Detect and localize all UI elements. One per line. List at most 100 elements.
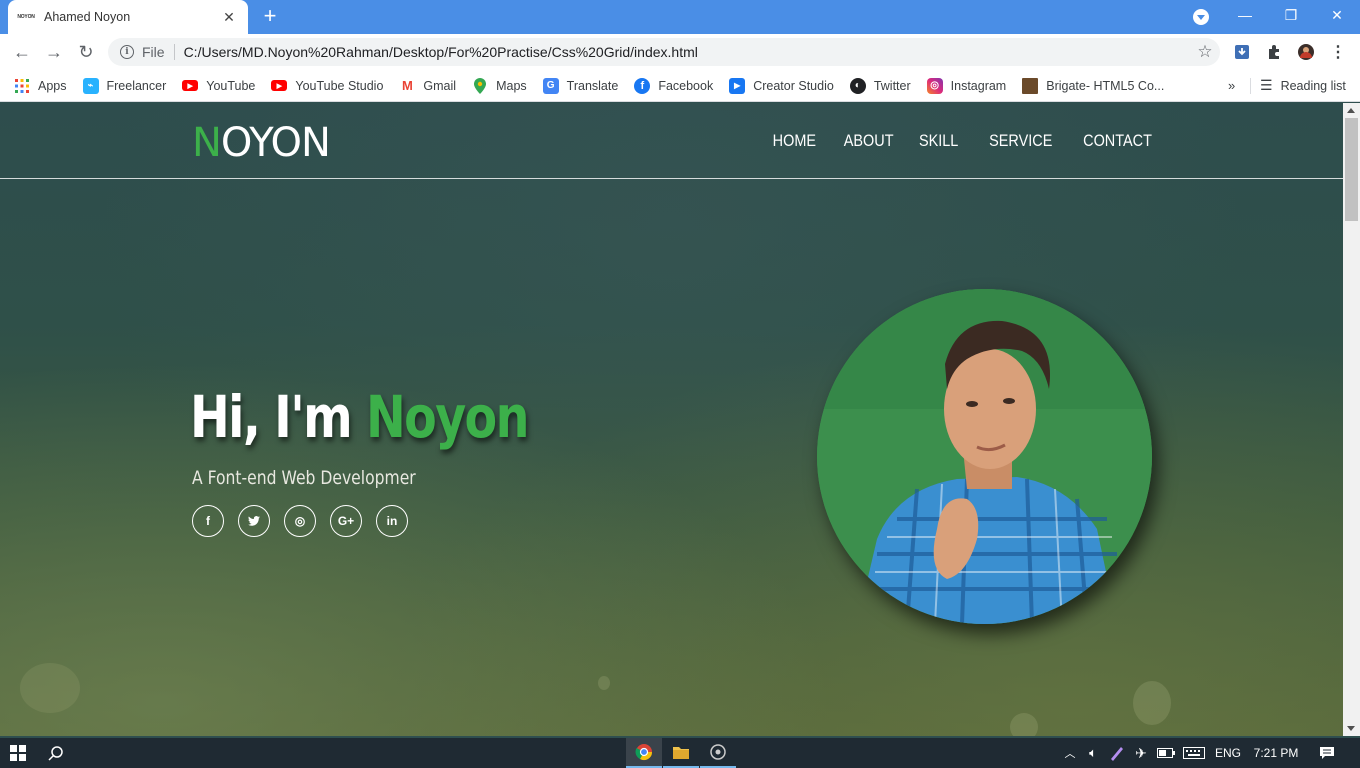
profile-avatar-icon[interactable]: [1296, 42, 1316, 62]
bookmarks-divider: [1250, 78, 1251, 94]
hero-heading: Hi, I'm Noyon: [190, 383, 529, 451]
bookmark-youtube-studio[interactable]: ▶ YouTube Studio: [271, 79, 383, 93]
clock[interactable]: 7:21 PM: [1248, 738, 1304, 768]
bookmark-apps[interactable]: Apps: [14, 78, 67, 94]
social-links: f ◎ G+ in: [192, 505, 422, 537]
freelancer-icon: ⌁: [82, 77, 99, 94]
scroll-down-arrow-icon[interactable]: [1347, 726, 1355, 731]
bookmark-brigate[interactable]: Brigate- HTML5 Co...: [1022, 77, 1165, 94]
forward-button[interactable]: →: [40, 38, 68, 66]
bookmark-freelancer[interactable]: ⌁ Freelancer: [82, 77, 167, 94]
reading-list-button[interactable]: ☰ Reading list: [1260, 70, 1346, 101]
bookmarks-bar: Apps ⌁ Freelancer ▶ YouTube ▶ YouTube St…: [0, 70, 1360, 102]
reload-button[interactable]: ↻: [72, 38, 100, 66]
globe-icon: ◐: [849, 77, 866, 94]
keyboard-icon[interactable]: [1180, 738, 1208, 768]
maps-pin-icon: [472, 77, 488, 94]
main-nav: HOME ABOUT SKILL SERVICE CONTACT: [746, 131, 1152, 151]
youtube-studio-icon: ▶: [271, 80, 288, 91]
hero-name: Noyon: [365, 383, 529, 451]
bookmark-label: Brigate- HTML5 Co...: [1046, 78, 1165, 93]
bookmark-star-icon[interactable]: ☆: [1190, 42, 1220, 62]
close-tab-icon[interactable]: ✕: [220, 9, 238, 26]
windows-taskbar: ︿ 🔈︎ ✈︎ ENG 7:21 PM: [0, 738, 1360, 768]
hero-greeting: Hi, I'm: [190, 383, 353, 451]
download-extension-icon[interactable]: [1232, 42, 1252, 62]
bookmark-twitter[interactable]: ◐ Twitter: [849, 77, 911, 94]
youtube-icon: ▶: [182, 80, 199, 91]
bookmark-label: Translate: [566, 78, 619, 93]
bookmark-label: YouTube Studio: [295, 78, 384, 93]
browser-tab[interactable]: NOYON Ahamed Noyon ✕: [8, 0, 248, 34]
bookmark-youtube[interactable]: ▶ YouTube: [182, 79, 255, 93]
restore-button[interactable]: ❐: [1268, 0, 1314, 30]
nav-service[interactable]: SERVICE: [989, 131, 1052, 151]
reading-list-icon: ☰: [1260, 77, 1273, 93]
url-text[interactable]: C:/Users/MD.Noyon%20Rahman/Desktop/For%2…: [184, 44, 1190, 60]
file-explorer-icon[interactable]: [663, 738, 699, 768]
scroll-up-arrow-icon[interactable]: [1347, 108, 1355, 113]
nav-home[interactable]: HOME: [773, 131, 816, 151]
back-button[interactable]: ←: [8, 38, 36, 66]
language-indicator[interactable]: ENG: [1212, 738, 1244, 768]
nav-skill[interactable]: SKILL: [919, 131, 958, 151]
creator-studio-icon: ▶: [729, 77, 746, 94]
apps-grid-icon: [14, 78, 30, 94]
scrollbar-thumb[interactable]: [1345, 118, 1358, 221]
hero-subtitle: A Font-end Web Developmer: [192, 467, 416, 489]
app-taskbar-icon[interactable]: [700, 738, 736, 768]
browser-toolbar: ← → ↻ i File C:/Users/MD.Noyon%20Rahman/…: [0, 34, 1360, 70]
tab-search-button[interactable]: [1193, 9, 1209, 25]
chrome-taskbar-icon[interactable]: [626, 738, 662, 768]
linkedin-icon[interactable]: in: [376, 505, 408, 537]
airplane-mode-icon[interactable]: ✈︎: [1130, 738, 1152, 768]
logo-accent-letter: N: [192, 120, 222, 166]
windows-start-icon[interactable]: [0, 738, 36, 768]
twitter-icon[interactable]: [238, 505, 270, 537]
bookmark-label: YouTube: [206, 78, 256, 93]
search-icon[interactable]: [38, 738, 74, 768]
battery-icon[interactable]: [1154, 738, 1178, 768]
bookmark-creator-studio[interactable]: ▶ Creator Studio: [729, 77, 834, 94]
scheme-label: File: [142, 44, 165, 60]
pen-icon[interactable]: [1106, 738, 1128, 768]
instagram-icon: ◎: [926, 77, 943, 94]
site-logo[interactable]: NOYON: [192, 120, 331, 166]
translate-icon: G: [542, 77, 559, 94]
more-bookmarks-chevron-icon[interactable]: »: [1228, 78, 1235, 93]
omnibox-divider: [173, 44, 175, 60]
notifications-icon[interactable]: [1312, 738, 1342, 768]
facebook-icon[interactable]: f: [192, 505, 224, 537]
background-bokeh: [20, 663, 80, 713]
extensions-puzzle-icon[interactable]: [1264, 42, 1284, 62]
nav-contact[interactable]: CONTACT: [1083, 131, 1152, 151]
bookmark-label: Gmail: [423, 78, 457, 93]
profile-photo: [817, 289, 1152, 624]
new-tab-button[interactable]: +: [258, 5, 282, 29]
bookmark-label: Freelancer: [106, 78, 167, 93]
bookmark-label: Twitter: [873, 78, 911, 93]
google-plus-icon[interactable]: G+: [330, 505, 362, 537]
bookmark-label: Creator Studio: [753, 78, 834, 93]
bookmark-translate[interactable]: G Translate: [542, 77, 619, 94]
minimize-button[interactable]: —: [1222, 0, 1268, 30]
show-hidden-icons-chevron-icon[interactable]: ︿: [1060, 738, 1080, 768]
instagram-icon[interactable]: ◎: [284, 505, 316, 537]
facebook-icon: f: [634, 77, 651, 94]
reading-list-label: Reading list: [1280, 78, 1346, 93]
tab-strip: NOYON Ahamed Noyon ✕ + — ❐ ✕: [0, 0, 1360, 34]
vertical-scrollbar[interactable]: [1343, 103, 1360, 736]
site-info-icon[interactable]: i: [120, 45, 134, 59]
site-header: NOYON HOME ABOUT SKILL SERVICE CONTACT: [0, 103, 1343, 179]
nav-about[interactable]: ABOUT: [844, 131, 894, 151]
volume-icon[interactable]: 🔈︎: [1082, 738, 1104, 768]
background-bokeh: [1010, 713, 1038, 736]
bookmark-facebook[interactable]: f Facebook: [634, 77, 713, 94]
address-bar[interactable]: i File C:/Users/MD.Noyon%20Rahman/Deskto…: [108, 38, 1220, 66]
bookmark-gmail[interactable]: M Gmail: [399, 78, 456, 94]
close-window-button[interactable]: ✕: [1314, 0, 1360, 30]
bookmark-instagram[interactable]: ◎ Instagram: [926, 77, 1006, 94]
menu-kebab-icon[interactable]: ⋮: [1328, 42, 1348, 62]
bookmark-maps[interactable]: Maps: [472, 77, 527, 94]
brigate-icon: [1022, 77, 1039, 94]
